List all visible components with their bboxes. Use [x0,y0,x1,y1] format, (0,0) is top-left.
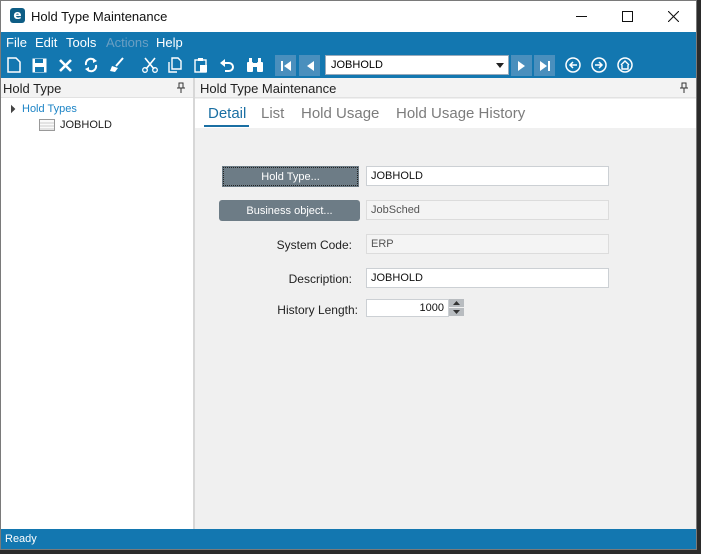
left-panel-title: Hold Type [3,81,62,96]
status-bar: Ready [1,529,696,549]
previous-record-button[interactable] [299,55,320,76]
first-record-button[interactable] [275,55,296,76]
menu-tools[interactable]: Tools [66,35,96,50]
tree-root-hold-types[interactable]: Hold Types [22,103,77,115]
chevron-up-icon [453,301,460,305]
right-panel-header: Hold Type Maintenance [195,78,696,98]
minimize-button[interactable] [558,1,604,32]
description-label: Description: [288,272,352,286]
minimize-icon [575,15,587,17]
paste-icon[interactable] [191,55,211,75]
forward-icon[interactable] [589,55,609,75]
system-code-label: System Code: [276,238,352,252]
tree-expand-icon[interactable] [6,104,16,114]
history-length-decrement[interactable] [449,308,464,316]
menu-file[interactable]: File [6,35,27,50]
history-length-label: History Length: [277,303,358,317]
menu-help[interactable]: Help [156,35,183,50]
delete-icon[interactable] [55,55,75,75]
undo-icon[interactable] [217,55,237,75]
tab-hold-usage[interactable]: Hold Usage [301,105,379,122]
tab-list[interactable]: List [261,105,284,122]
last-record-button[interactable] [534,55,555,76]
tab-detail[interactable]: Detail [208,105,246,122]
previous-record-icon [306,60,314,71]
cut-icon[interactable] [140,55,160,75]
app-logo-icon: e [10,8,25,23]
business-object-field [366,200,609,220]
left-panel-header: Hold Type [1,78,193,98]
tree-node-jobhold[interactable]: JOBHOLD [60,119,112,131]
save-icon[interactable] [29,55,49,75]
search-icon[interactable] [245,55,265,75]
menu-actions: Actions [106,35,149,50]
toolbar: JOBHOLD [1,53,696,78]
next-record-button[interactable] [511,55,532,76]
refresh-icon[interactable] [81,55,101,75]
chevron-down-icon[interactable] [496,63,504,68]
home-icon[interactable] [615,55,635,75]
business-object-button[interactable]: Business object... [219,200,360,221]
last-record-icon [539,60,550,71]
maximize-icon [621,11,633,22]
tab-bar: Detail List Hold Usage Hold Usage Histor… [195,99,696,128]
clear-icon[interactable] [107,55,127,75]
record-selector-value: JOBHOLD [331,59,383,71]
copy-icon[interactable] [165,55,185,75]
chevron-down-icon [453,310,460,314]
history-length-field[interactable] [366,299,449,317]
right-panel: Hold Type Maintenance Detail List Hold U… [195,78,696,529]
hold-type-button[interactable]: Hold Type... [222,166,359,187]
active-tab-indicator [204,125,249,127]
tab-hold-usage-history[interactable]: Hold Usage History [396,105,525,122]
first-record-icon [280,60,291,71]
new-icon[interactable] [4,55,24,75]
menu-bar: File Edit Tools Actions Help [1,32,696,53]
system-code-field [366,234,609,254]
title-bar: e Hold Type Maintenance [1,1,696,32]
hold-type-field[interactable] [366,166,609,186]
record-selector[interactable]: JOBHOLD [325,55,509,75]
close-icon [667,11,679,22]
description-field[interactable] [366,268,609,288]
status-text: Ready [5,533,37,545]
pin-icon[interactable] [176,82,186,94]
next-record-icon [517,60,525,71]
close-button[interactable] [650,1,696,32]
pin-icon[interactable] [679,82,689,94]
maximize-button[interactable] [604,1,650,32]
left-panel: Hold Type Hold Types JOBHOLD [1,78,193,529]
window-title: Hold Type Maintenance [31,9,168,24]
record-icon [39,119,55,131]
app-window: e Hold Type Maintenance File Edit Tools … [0,0,697,550]
history-length-increment[interactable] [449,299,464,307]
back-icon[interactable] [563,55,583,75]
menu-edit[interactable]: Edit [35,35,57,50]
right-panel-title: Hold Type Maintenance [200,81,337,96]
